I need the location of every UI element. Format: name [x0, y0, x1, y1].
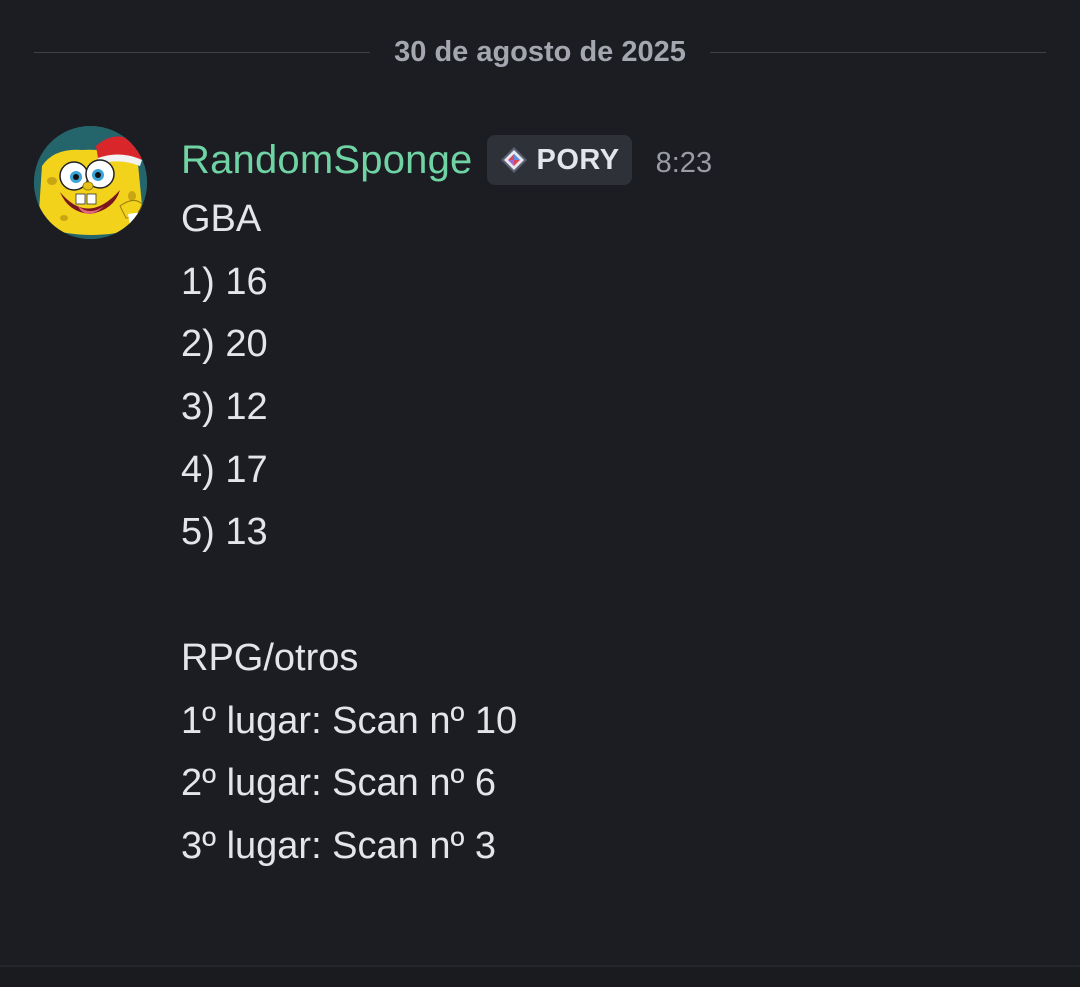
- server-tag[interactable]: PORY: [486, 135, 632, 185]
- avatar[interactable]: [34, 126, 147, 239]
- message-line: 3º lugar: Scan nº 3: [181, 824, 497, 867]
- username[interactable]: RandomSponge: [181, 138, 473, 183]
- timestamp[interactable]: 8:23: [656, 141, 712, 180]
- date-divider-text: 30 de agosto de 2025: [394, 35, 686, 68]
- message-line: 4) 17: [181, 448, 268, 491]
- message-content: GBA 1) 16 2) 20 3) 12 4) 17 5) 13 RPG/ot…: [181, 188, 1041, 878]
- spongebob-avatar-icon: [34, 126, 147, 239]
- message-header: RandomSponge PORY 8:23: [181, 130, 712, 190]
- divider-line-left: [34, 51, 371, 53]
- message-line: GBA: [181, 198, 262, 240]
- message-line-blank: [181, 564, 1041, 627]
- message-line: 1º lugar: Scan nº 10: [181, 699, 518, 742]
- date-divider: 30 de agosto de 2025: [34, 24, 1046, 80]
- message-line: RPG/otros: [181, 636, 359, 679]
- pory-diamond-icon: [497, 143, 531, 177]
- message-line: 2) 20: [181, 323, 268, 366]
- message-line: 3) 12: [181, 386, 268, 429]
- server-tag-label: PORY: [536, 143, 620, 176]
- chat-view: 30 de agosto de 2025 RandomSponge PORY 8…: [0, 0, 1080, 987]
- bottom-bar: [0, 965, 1080, 987]
- divider-line-right: [709, 51, 1046, 53]
- message-line: 1) 16: [181, 260, 268, 303]
- message-line: 2º lugar: Scan nº 6: [181, 762, 497, 805]
- message-line: 5) 13: [181, 511, 268, 554]
